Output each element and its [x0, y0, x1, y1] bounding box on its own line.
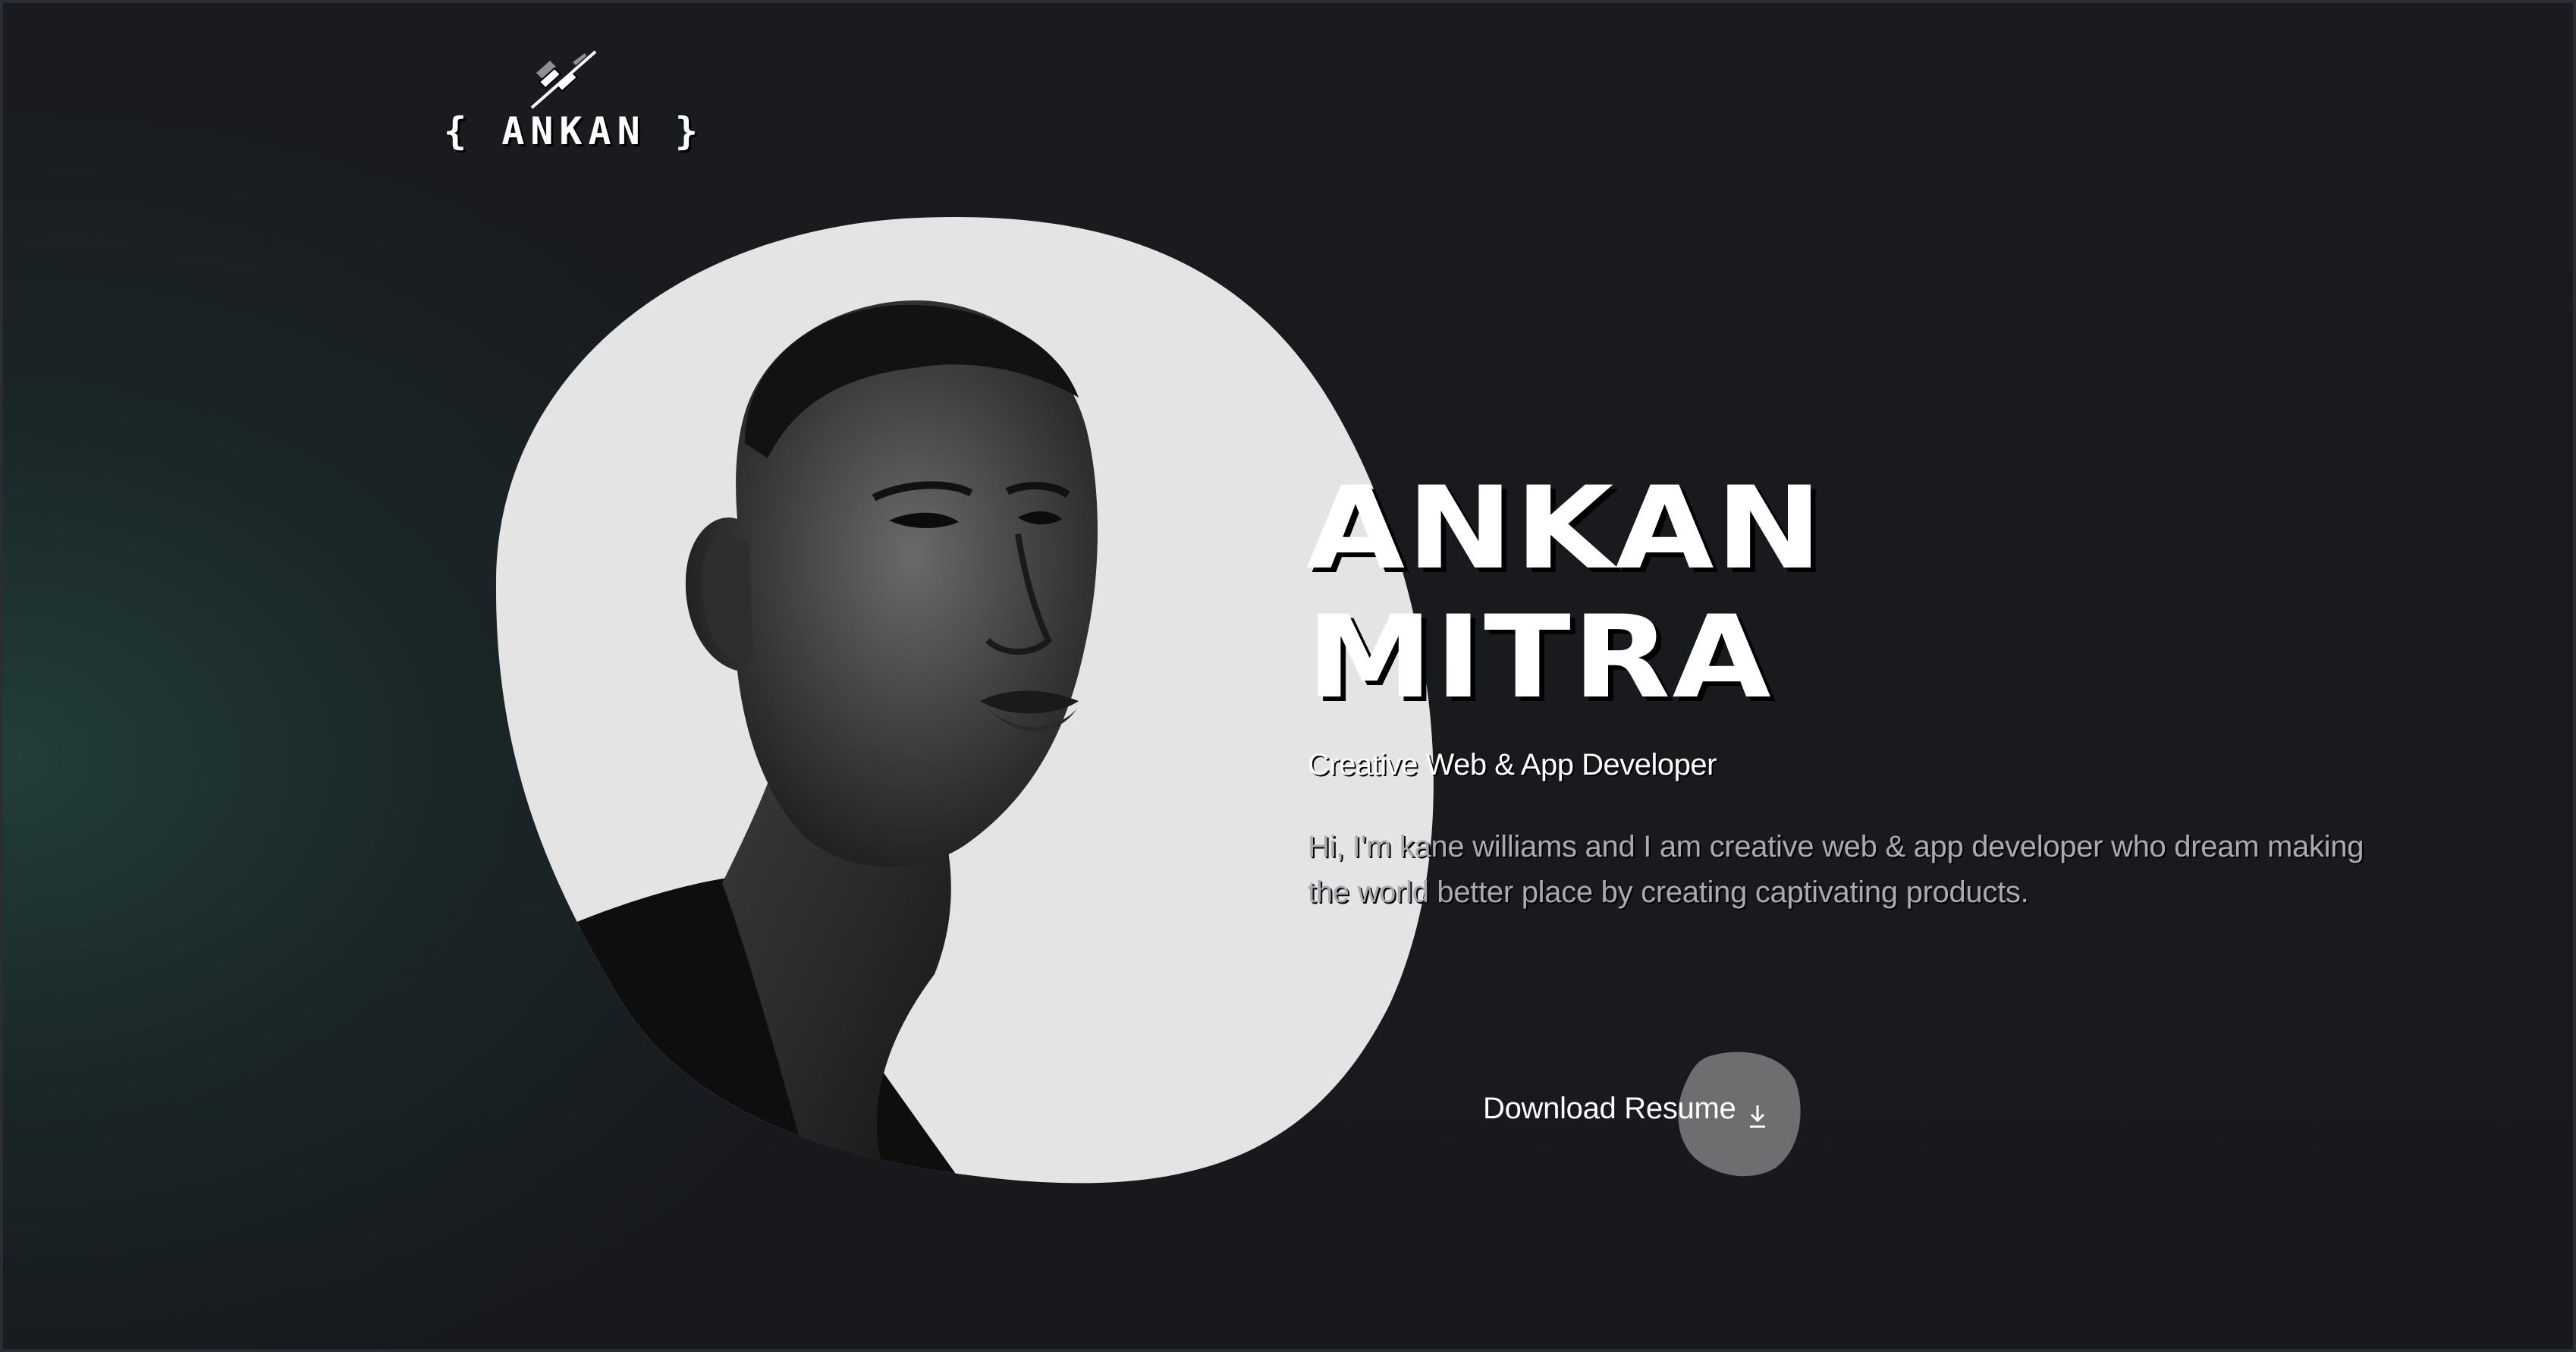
- download-resume-button[interactable]: Download Resume: [1483, 1051, 1802, 1180]
- role-subtitle: Creative Web & App Developer: [1308, 748, 1717, 781]
- logo[interactable]: { ANKAN }: [444, 44, 702, 158]
- hero-name: ANKAN MITRA: [1306, 464, 1824, 722]
- logo-text: { ANKAN }: [444, 109, 704, 153]
- download-resume-label: Download Resume: [1483, 1092, 1736, 1125]
- download-icon: [1750, 1105, 1765, 1128]
- logo-mark-icon: [530, 50, 597, 109]
- page: { ANKAN } ANKAN MITRA Creative Web & App…: [0, 0, 2576, 1352]
- hero-name-last: MITRA: [1306, 592, 1773, 724]
- bio-text: Hi, I'm kane williams and I am creative …: [1308, 830, 2364, 909]
- hero-name-first: ANKAN: [1306, 463, 1824, 595]
